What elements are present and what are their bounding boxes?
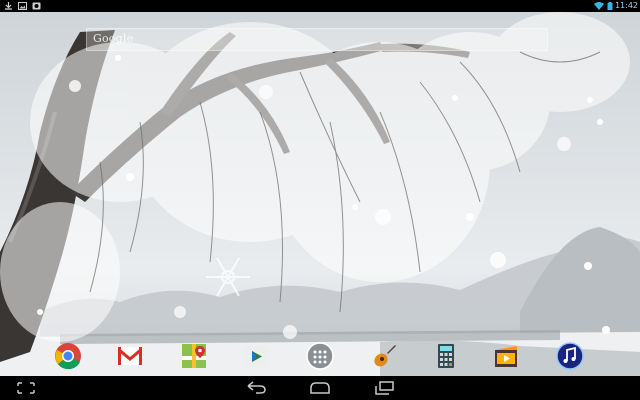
music-icon[interactable] (556, 342, 584, 370)
home-icon[interactable] (308, 381, 332, 395)
recents-icon[interactable] (372, 381, 396, 395)
app-drawer-icon[interactable] (306, 342, 334, 370)
calculator-icon[interactable] (432, 342, 460, 370)
google-logo: Google (93, 32, 134, 45)
back-icon[interactable] (244, 381, 268, 395)
snow-tree-wallpaper: Google (0, 12, 640, 376)
download-icon (5, 2, 12, 10)
chrome-icon[interactable] (54, 342, 82, 370)
photo-icon (32, 2, 41, 10)
maps-icon[interactable] (180, 342, 208, 370)
gmail-icon[interactable] (116, 342, 144, 370)
guitar-icon[interactable] (370, 342, 398, 370)
image-icon (18, 2, 27, 10)
clock-time: 11:42 (614, 1, 638, 10)
battery-icon (607, 2, 613, 10)
google-search-bar[interactable]: Google (86, 28, 548, 51)
play-store-icon[interactable] (242, 342, 270, 370)
navigation-bar (0, 376, 640, 400)
movie-studio-icon[interactable] (492, 342, 520, 370)
wallpaper-scene (0, 12, 640, 376)
status-bar: 11:42 (0, 0, 640, 12)
wifi-icon (594, 2, 604, 10)
app-dock (0, 338, 640, 376)
screen-capture-icon[interactable] (14, 381, 38, 395)
